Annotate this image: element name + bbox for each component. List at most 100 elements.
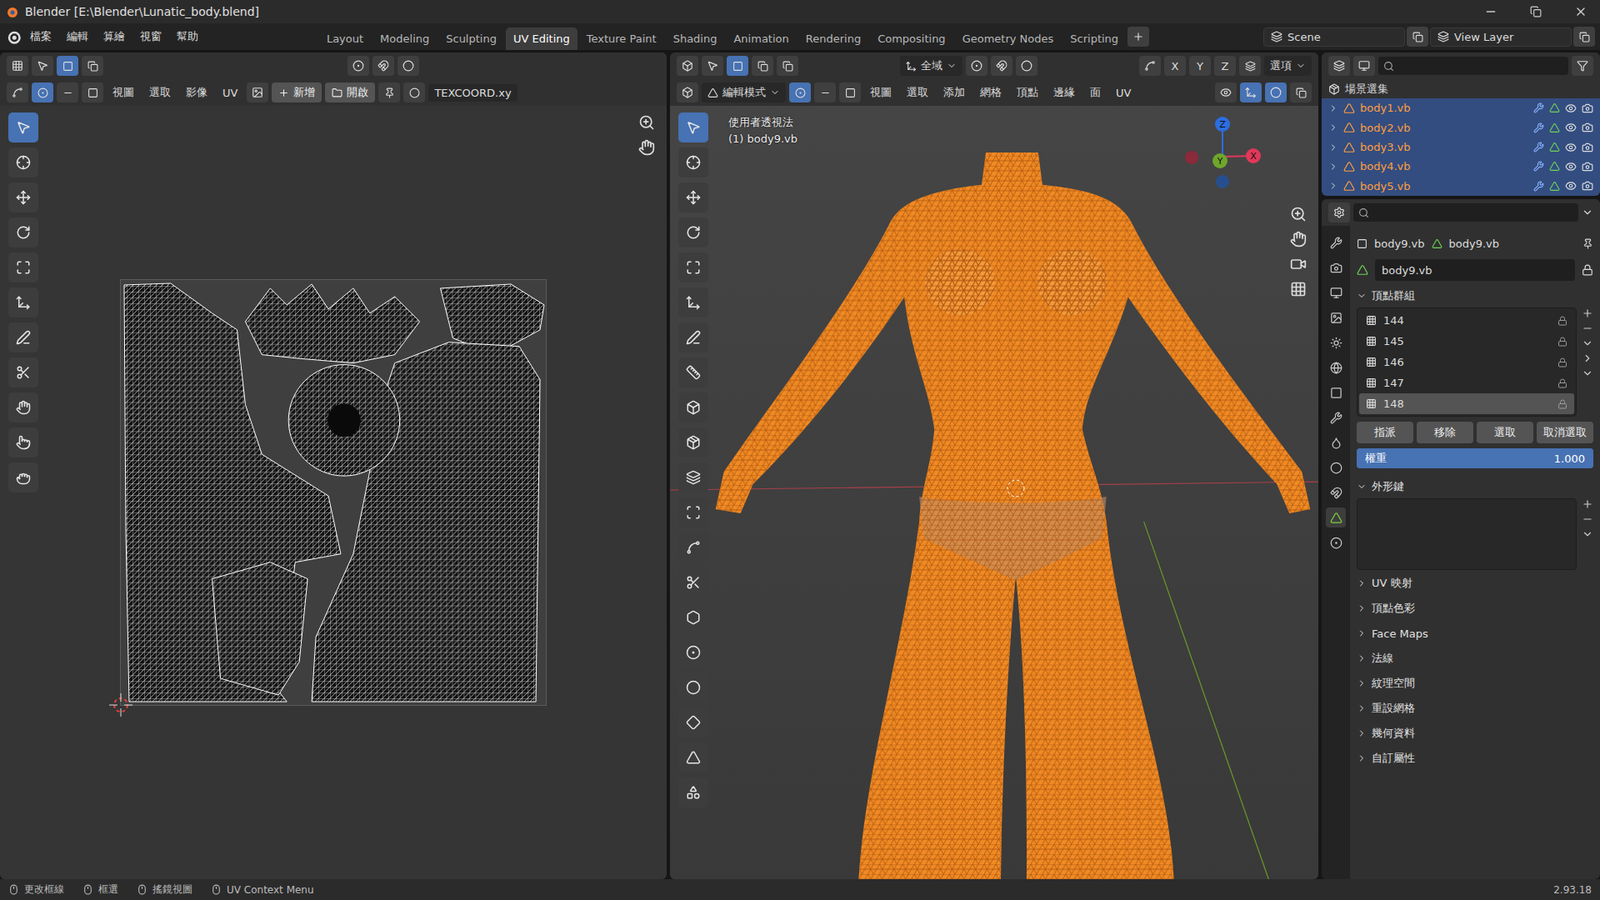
mesh-browse-icon[interactable] <box>1356 264 1369 276</box>
outliner-root[interactable]: 場景選集 <box>1321 79 1600 99</box>
gizmo-axis[interactable]: Z <box>1215 116 1230 132</box>
panel-header[interactable]: 紋理空間 <box>1356 671 1594 695</box>
workspace-tab[interactable]: Texture Paint <box>579 27 665 50</box>
view-layer-selector[interactable]: View Layer <box>1430 27 1572 47</box>
overlay-button[interactable] <box>403 82 425 103</box>
tool-button[interactable] <box>678 287 709 318</box>
tool-button[interactable] <box>678 112 709 143</box>
tool-button[interactable] <box>678 532 709 563</box>
xray-button[interactable] <box>1290 82 1312 103</box>
properties-tab[interactable] <box>1325 307 1346 328</box>
minimize-button[interactable] <box>1471 0 1510 24</box>
filter-button[interactable] <box>1571 55 1594 76</box>
scene-new-button[interactable] <box>1406 26 1429 47</box>
uv-face-mode[interactable] <box>81 82 104 103</box>
header-menu[interactable]: 視圖 <box>106 82 140 103</box>
gizmo-axis[interactable]: Y <box>1212 153 1228 169</box>
lock-icon[interactable] <box>1557 357 1568 368</box>
sync-selection-button[interactable] <box>6 82 29 103</box>
mirror-button[interactable] <box>1139 55 1161 76</box>
header-menu[interactable]: UV <box>1110 84 1137 102</box>
workspace-tab[interactable]: Shading <box>665 27 725 50</box>
tool-button[interactable] <box>678 217 709 248</box>
uv-islands[interactable] <box>120 280 546 705</box>
fake-user-icon[interactable] <box>1581 264 1594 276</box>
display-mode-button[interactable] <box>1353 55 1375 76</box>
editor-type-button[interactable] <box>6 55 29 76</box>
render-icon[interactable] <box>1581 102 1594 115</box>
menu-item[interactable]: 檔案 <box>23 25 59 48</box>
tool-button[interactable] <box>678 462 709 493</box>
visibility-icon[interactable] <box>1565 180 1577 192</box>
select-mode-button[interactable] <box>81 55 104 76</box>
close-button[interactable] <box>1561 0 1600 24</box>
properties-tab[interactable] <box>1325 282 1346 303</box>
outliner-item[interactable]: body5.vb <box>1321 176 1600 196</box>
add-workspace-button[interactable] <box>1127 26 1150 47</box>
editor-type-button[interactable] <box>676 82 699 103</box>
editor-type-button[interactable] <box>676 55 699 76</box>
proportional-button[interactable] <box>397 55 420 76</box>
new-image-button[interactable]: 新增 <box>271 82 322 103</box>
vertex-group-list[interactable]: 144145146147148 <box>1356 307 1577 417</box>
select-subtract-button[interactable] <box>776 55 799 76</box>
outliner-item[interactable]: body4.vb <box>1321 156 1600 176</box>
uv-edge-mode[interactable] <box>56 82 79 103</box>
properties-tab[interactable] <box>1325 407 1346 428</box>
panel-header[interactable]: 重設網格 <box>1356 696 1594 720</box>
tool-button[interactable] <box>678 322 709 353</box>
tool-button[interactable] <box>8 112 39 143</box>
mesh-select-mode[interactable] <box>839 82 861 103</box>
tool-button[interactable] <box>678 392 709 423</box>
panel-header[interactable]: 外形鍵 <box>1356 475 1594 499</box>
lock-icon[interactable] <box>1557 336 1568 347</box>
vertex-group-button[interactable]: 選取 <box>1476 421 1534 444</box>
outliner-item[interactable]: body3.vb <box>1321 137 1600 157</box>
orientation-dropdown[interactable]: 全域 <box>900 55 963 76</box>
header-menu[interactable]: 頂點 <box>1010 82 1045 103</box>
shape-key-list[interactable] <box>1356 498 1577 570</box>
workspace-tab[interactable]: Modeling <box>372 27 437 50</box>
properties-tab[interactable] <box>1325 457 1346 478</box>
vertex-group-row[interactable]: 148 <box>1359 393 1575 415</box>
lock-icon[interactable] <box>1557 399 1568 410</box>
tool-button[interactable] <box>678 497 709 528</box>
select-tool-button[interactable] <box>701 55 724 76</box>
menu-item[interactable]: 算繪 <box>96 25 132 48</box>
move-down-icon[interactable] <box>1581 367 1594 380</box>
tool-button[interactable] <box>678 147 709 178</box>
restore-button[interactable] <box>1516 0 1555 24</box>
header-menu[interactable]: 網格 <box>974 82 1008 103</box>
vertex-group-button[interactable]: 移除 <box>1416 421 1474 444</box>
tool-button[interactable] <box>678 602 709 633</box>
remove-icon[interactable] <box>1581 322 1594 335</box>
menu-item[interactable]: 視窗 <box>133 25 169 48</box>
snap-button[interactable] <box>372 55 395 76</box>
editor-type-button[interactable] <box>1328 202 1350 223</box>
add-icon[interactable] <box>1581 307 1594 320</box>
tool-button[interactable] <box>8 217 39 248</box>
header-menu[interactable]: 影像 <box>180 82 214 103</box>
workspace-tab[interactable]: Compositing <box>870 27 954 50</box>
tool-button[interactable] <box>8 462 39 493</box>
2d-cursor[interactable] <box>109 693 133 717</box>
workspace-tab[interactable]: Geometry Nodes <box>955 27 1062 50</box>
tool-button[interactable] <box>8 322 39 353</box>
header-menu[interactable]: 邊緣 <box>1047 82 1081 103</box>
tool-button[interactable] <box>678 427 709 458</box>
tool-button[interactable] <box>8 392 39 423</box>
vertex-group-row[interactable]: 145 <box>1359 330 1575 352</box>
visibility-icon[interactable] <box>1565 160 1577 173</box>
header-menu[interactable]: 視圖 <box>864 82 898 103</box>
editor-type-button[interactable] <box>1328 55 1350 76</box>
visibility-icon[interactable] <box>1565 121 1577 134</box>
blender-menu-icon[interactable] <box>5 28 22 45</box>
workspace-tab[interactable]: Scripting <box>1062 27 1126 50</box>
header-menu[interactable]: UV <box>216 84 244 102</box>
pan-icon[interactable] <box>1290 230 1307 248</box>
uv-grid[interactable] <box>120 279 547 706</box>
tool-button[interactable] <box>678 742 709 773</box>
tool-button[interactable] <box>8 287 39 318</box>
auto-merge-button[interactable] <box>1239 55 1261 76</box>
render-icon[interactable] <box>1581 160 1594 173</box>
